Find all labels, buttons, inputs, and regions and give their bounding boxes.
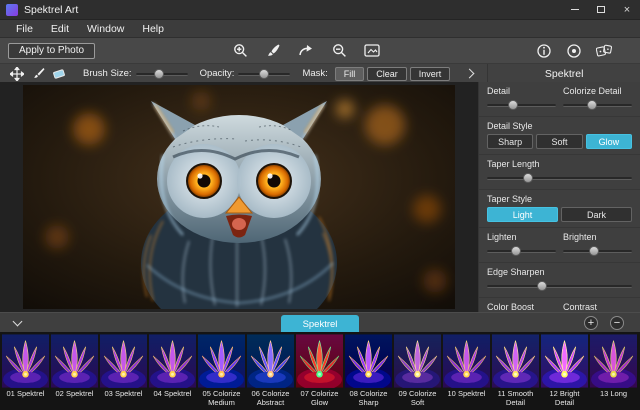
detail-style-sharp-button[interactable]: Sharp xyxy=(487,134,533,149)
lighten-label: Lighten xyxy=(487,232,556,242)
brush-size-label: Brush Size: xyxy=(83,68,132,79)
photo-canvas[interactable] xyxy=(0,82,478,312)
preset-thumbnail-11[interactable]: 11 Smooth Detail xyxy=(492,334,539,410)
preset-thumbnail-06[interactable]: 06 Colorize Abstract xyxy=(247,334,294,410)
mask-clear-button[interactable]: Clear xyxy=(367,67,407,81)
apply-to-photo-button[interactable]: Apply to Photo xyxy=(8,43,95,59)
preset-bar: Spektrel + − xyxy=(0,312,640,332)
menubar: File Edit Window Help xyxy=(0,20,640,38)
app-window: Spektrel Art × File Edit Window Help App… xyxy=(0,0,640,410)
taper-style-dark-button[interactable]: Dark xyxy=(561,207,632,222)
preset-thumbnail-07[interactable]: 07 Colorize Glow xyxy=(296,334,343,410)
close-icon: × xyxy=(624,4,630,16)
maximize-icon xyxy=(597,6,605,13)
contrast-label: Contrast xyxy=(563,302,632,312)
redo-icon[interactable] xyxy=(298,43,314,59)
detail-style-soft-button[interactable]: Soft xyxy=(536,134,582,149)
preset-thumbnail-04[interactable]: 04 Spektrel xyxy=(149,334,196,410)
preset-image xyxy=(51,334,98,388)
preset-image xyxy=(296,334,343,388)
preset-image xyxy=(590,334,637,388)
brush-options-bar: Brush Size: Opacity: Mask: Fill Clear In… xyxy=(0,64,640,84)
remove-preset-button[interactable]: − xyxy=(610,316,624,330)
opacity-label: Opacity: xyxy=(200,68,235,79)
menu-edit[interactable]: Edit xyxy=(43,21,77,37)
edge-sharpen-label: Edge Sharpen xyxy=(487,267,632,277)
brighten-slider[interactable] xyxy=(563,245,632,257)
detail-label: Detail xyxy=(487,86,556,96)
preset-image xyxy=(492,334,539,388)
add-preset-button[interactable]: + xyxy=(584,316,598,330)
preset-image xyxy=(247,334,294,388)
minimize-button[interactable] xyxy=(562,0,588,19)
preset-image xyxy=(345,334,392,388)
menu-window[interactable]: Window xyxy=(79,21,132,37)
expand-tools-icon[interactable] xyxy=(465,69,475,79)
preset-image xyxy=(149,334,196,388)
eraser-icon[interactable] xyxy=(50,66,68,82)
menu-file[interactable]: File xyxy=(8,21,41,37)
brush-tool-icon[interactable] xyxy=(265,43,281,59)
preset-image xyxy=(541,334,588,388)
preset-thumbnail-05[interactable]: 05 Colorize Medium xyxy=(198,334,245,410)
taper-style-label: Taper Style xyxy=(487,194,632,204)
zoom-in-icon[interactable] xyxy=(232,43,248,59)
detail-slider[interactable] xyxy=(487,99,556,111)
reset-icon[interactable] xyxy=(566,43,582,59)
chevron-down-icon xyxy=(12,317,22,327)
fit-view-icon[interactable] xyxy=(364,43,380,59)
maximize-button[interactable] xyxy=(588,0,614,19)
color-boost-label: Color Boost xyxy=(487,302,556,312)
mask-label: Mask: xyxy=(302,68,327,79)
paint-brush-icon[interactable] xyxy=(29,66,47,82)
taper-length-label: Taper Length xyxy=(487,159,632,169)
preset-thumbnail-13[interactable]: 13 Long xyxy=(590,334,637,410)
zoom-out-icon[interactable] xyxy=(331,43,347,59)
titlebar: Spektrel Art × xyxy=(0,0,640,20)
preset-image xyxy=(443,334,490,388)
detail-style-label: Detail Style xyxy=(487,121,632,131)
opacity-slider[interactable] xyxy=(238,68,290,80)
preset-image xyxy=(100,334,147,388)
preset-image xyxy=(198,334,245,388)
preset-category-tab[interactable]: Spektrel xyxy=(281,315,359,333)
app-icon xyxy=(6,4,18,16)
preset-thumbnail-09[interactable]: 09 Colorize Soft xyxy=(394,334,441,410)
mask-fill-button[interactable]: Fill xyxy=(335,67,365,81)
mask-invert-button[interactable]: Invert xyxy=(410,67,451,81)
minimize-icon xyxy=(571,9,579,10)
preset-thumbnail-03[interactable]: 03 Spektrel xyxy=(100,334,147,410)
toolbar: Apply to Photo xyxy=(0,38,640,64)
taper-style-light-button[interactable]: Light xyxy=(487,207,558,222)
preset-thumbnail-10[interactable]: 10 Spektrel xyxy=(443,334,490,410)
window-title: Spektrel Art xyxy=(24,4,562,16)
taper-length-slider[interactable] xyxy=(487,172,632,184)
pan-tool-icon[interactable] xyxy=(8,66,26,82)
lighten-slider[interactable] xyxy=(487,245,556,257)
preset-thumbnail-01[interactable]: 01 Spektrel xyxy=(2,334,49,410)
menu-help[interactable]: Help xyxy=(134,21,172,37)
preset-thumbnail-02[interactable]: 02 Spektrel xyxy=(51,334,98,410)
preset-thumbnail-12[interactable]: 12 Bright Detail xyxy=(541,334,588,410)
canvas-owl-image xyxy=(23,85,455,309)
random-dice-icon[interactable] xyxy=(596,43,612,59)
colorize-detail-label: Colorize Detail xyxy=(563,86,632,96)
preset-thumbnail-08[interactable]: 08 Colorize Sharp xyxy=(345,334,392,410)
brighten-label: Brighten xyxy=(563,232,632,242)
brush-size-slider[interactable] xyxy=(136,68,188,80)
detail-style-glow-button[interactable]: Glow xyxy=(586,134,632,149)
collapse-presets-button[interactable] xyxy=(10,317,24,329)
close-button[interactable]: × xyxy=(614,0,640,19)
preset-thumbnail-strip: 01 Spektrel 02 Spektrel 03 Spektrel 04 S… xyxy=(0,332,640,410)
preset-image xyxy=(2,334,49,388)
info-icon[interactable] xyxy=(536,43,552,59)
effect-panel-header: Spektrel xyxy=(487,64,640,83)
colorize-detail-slider[interactable] xyxy=(563,99,632,111)
preset-image xyxy=(394,334,441,388)
edge-sharpen-slider[interactable] xyxy=(487,280,632,292)
effect-settings-panel: Detail Colorize Detail Detail Style Shar… xyxy=(478,82,640,312)
